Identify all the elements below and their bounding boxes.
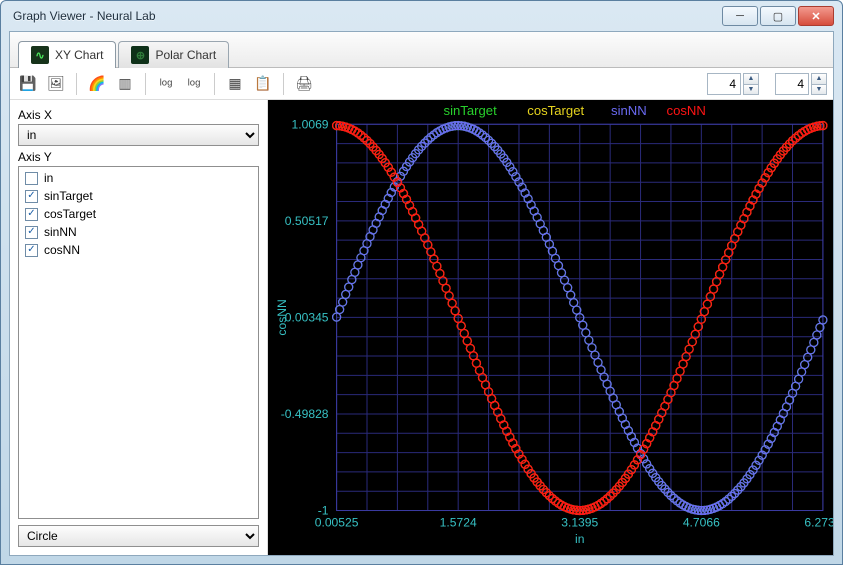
list-item-label: in [44, 170, 53, 186]
checkbox[interactable] [25, 172, 38, 185]
checkbox[interactable] [25, 244, 38, 257]
svg-text:cosNN: cosNN [275, 299, 289, 335]
grayscale-button[interactable]: ▥ [113, 72, 137, 96]
toolbar-divider [283, 73, 284, 95]
axis-y-label: Axis Y [18, 150, 259, 164]
xy-chart-icon: ∿ [31, 46, 49, 64]
tab-xy-chart[interactable]: ∿ XY Chart [18, 41, 116, 68]
svg-text:4.7066: 4.7066 [683, 516, 720, 530]
list-item[interactable]: cosTarget [21, 205, 256, 223]
spinner-b-up[interactable]: ▲ [811, 73, 827, 84]
spinner-a-down[interactable]: ▼ [743, 84, 759, 95]
client-area: ∿ XY Chart ⊕ Polar Chart 💾 🖼 🌈 ▥ ˡᵒᵍ ˡᵒᵍ… [9, 31, 834, 556]
titlebar[interactable]: Graph Viewer - Neural Lab ─ ▢ ✕ [1, 1, 842, 31]
log-y-icon: ˡᵒᵍ [188, 76, 201, 92]
spinner-a-up[interactable]: ▲ [743, 73, 759, 84]
list-item-label: sinNN [44, 224, 77, 240]
spinner-b: ▲ ▼ [775, 73, 827, 95]
tab-label: XY Chart [55, 48, 103, 62]
svg-text:in: in [575, 532, 584, 546]
svg-text:6.2737: 6.2737 [804, 516, 833, 530]
svg-text:1.5724: 1.5724 [440, 516, 477, 530]
colors-icon: 🌈 [88, 75, 105, 92]
list-item[interactable]: sinNN [21, 223, 256, 241]
toolbar: 💾 🖼 🌈 ▥ ˡᵒᵍ ˡᵒᵍ ▦ 📋 🖨 ▲ ▼ [10, 68, 833, 100]
svg-text:-1: -1 [318, 504, 329, 518]
list-item-label: sinTarget [44, 188, 93, 204]
colors-button[interactable]: 🌈 [85, 72, 109, 96]
export-button[interactable]: 🖼 [44, 72, 68, 96]
list-item[interactable]: cosNN [21, 241, 256, 259]
checkbox[interactable] [25, 226, 38, 239]
svg-text:3.1395: 3.1395 [561, 516, 598, 530]
list-item-label: cosNN [44, 242, 80, 258]
svg-text:0.50517: 0.50517 [285, 214, 329, 228]
maximize-button[interactable]: ▢ [760, 6, 796, 26]
minimize-button[interactable]: ─ [722, 6, 758, 26]
log-x-button[interactable]: ˡᵒᵍ [154, 72, 178, 96]
tabbar: ∿ XY Chart ⊕ Polar Chart [10, 32, 833, 68]
spinner-a-input[interactable] [707, 73, 741, 95]
svg-text:cosTarget: cosTarget [527, 103, 584, 118]
toolbar-divider [145, 73, 146, 95]
marker-combo[interactable]: Circle [18, 525, 259, 547]
toolbar-divider [76, 73, 77, 95]
spinner-a: ▲ ▼ [707, 73, 759, 95]
svg-text:1.0069: 1.0069 [292, 117, 329, 131]
xy-chart: 0.00525 1.5724 3.1395 4.7066 6.2737 in -1 -0.49… [268, 100, 833, 555]
list-item[interactable]: sinTarget [21, 187, 256, 205]
list-item-label: cosTarget [44, 206, 96, 222]
export-icon: 🖼 [47, 75, 65, 92]
grid-icon: ▦ [228, 75, 241, 92]
log-x-icon: ˡᵒᵍ [160, 76, 173, 92]
svg-text:0.00345: 0.00345 [285, 310, 329, 324]
grid-button[interactable]: ▦ [223, 72, 247, 96]
axis-x-combo[interactable]: in [18, 124, 259, 146]
legend-button[interactable]: 📋 [251, 72, 275, 96]
log-y-button[interactable]: ˡᵒᵍ [182, 72, 206, 96]
save-icon: 💾 [19, 75, 36, 92]
checkbox[interactable] [25, 190, 38, 203]
window-frame: Graph Viewer - Neural Lab ─ ▢ ✕ ∿ XY Cha… [0, 0, 843, 565]
axis-y-checklist[interactable]: in sinTarget cosTarget sinNN cosNN [18, 166, 259, 519]
chart-area[interactable]: 0.00525 1.5724 3.1395 4.7066 6.2737 in -1 -0.49… [268, 100, 833, 555]
list-item[interactable]: in [21, 169, 256, 187]
grayscale-icon: ▥ [118, 75, 131, 92]
toolbar-divider [214, 73, 215, 95]
legend-icon: 📋 [254, 75, 271, 92]
tab-label: Polar Chart [155, 48, 216, 62]
axis-x-label: Axis X [18, 108, 259, 122]
svg-text:cosNN: cosNN [667, 103, 706, 118]
window-title: Graph Viewer - Neural Lab [9, 9, 722, 23]
left-panel: Axis X in Axis Y in sinTarget cosTarget sin… [10, 100, 268, 555]
tab-polar-chart[interactable]: ⊕ Polar Chart [118, 41, 229, 68]
svg-text:sinTarget: sinTarget [444, 103, 498, 118]
spinner-b-down[interactable]: ▼ [811, 84, 827, 95]
spinner-b-input[interactable] [775, 73, 809, 95]
polar-chart-icon: ⊕ [131, 46, 149, 64]
close-button[interactable]: ✕ [798, 6, 834, 26]
svg-text:-0.49828: -0.49828 [281, 407, 329, 421]
print-button[interactable]: 🖨 [292, 72, 316, 96]
svg-text:sinNN: sinNN [611, 103, 647, 118]
svg-text:0.00525: 0.00525 [315, 516, 359, 530]
save-button[interactable]: 💾 [16, 72, 40, 96]
print-icon: 🖨 [295, 75, 313, 92]
checkbox[interactable] [25, 208, 38, 221]
